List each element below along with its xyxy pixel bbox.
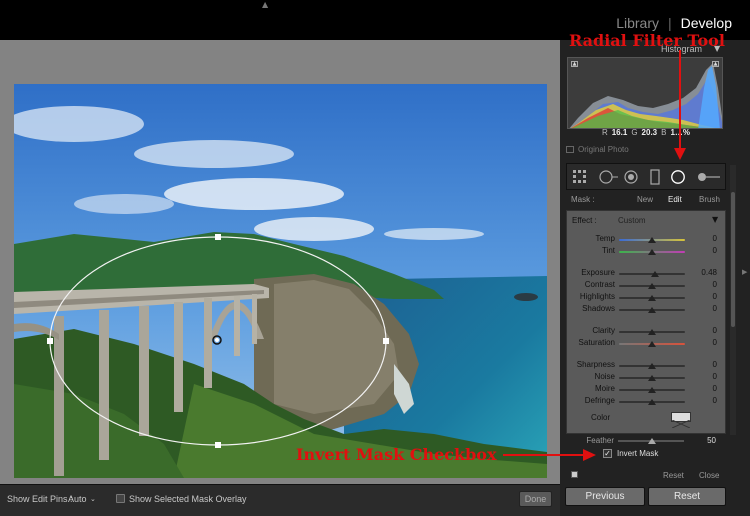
color-label: Color	[591, 413, 611, 422]
invert-mask-label: Invert Mask	[617, 449, 659, 458]
slider-value[interactable]: 0	[691, 360, 717, 369]
color-swatch[interactable]	[671, 412, 691, 429]
module-picker: Library | Develop	[616, 15, 732, 31]
slider-value[interactable]: 0	[691, 246, 717, 255]
graduated-filter-icon[interactable]	[649, 169, 661, 185]
feather-label: Feather	[586, 436, 614, 445]
readout-g-label: G	[631, 128, 638, 137]
right-panel-toggle-icon[interactable]: ▶	[742, 268, 747, 276]
slider-label: Temp	[595, 234, 615, 243]
invert-mask-row[interactable]: ✓ Invert Mask	[603, 449, 658, 458]
original-photo-toggle[interactable]: Original Photo	[566, 145, 629, 154]
slider-value[interactable]: 0	[691, 326, 717, 335]
panel-close-button[interactable]: Close	[699, 471, 719, 480]
done-button[interactable]: Done	[519, 491, 552, 507]
slider-thumb[interactable]	[648, 387, 656, 393]
histogram-readout: R 16.1 G 20.3 B 1…%	[566, 128, 726, 137]
image-work-area	[0, 40, 560, 484]
slider-thumb[interactable]	[648, 307, 656, 313]
slider-label: Moire	[594, 384, 615, 393]
effect-label: Effect :	[572, 216, 597, 225]
mask-row: Mask : New Edit Brush	[566, 192, 726, 208]
slider-value[interactable]: 0	[691, 292, 717, 301]
slider-thumb[interactable]	[648, 249, 656, 255]
slider-value[interactable]: 0	[691, 384, 717, 393]
slider-label: Sharpness	[576, 360, 615, 369]
module-develop[interactable]: Develop	[681, 15, 732, 31]
crop-overlay-icon[interactable]	[572, 169, 588, 185]
slider-value[interactable]: 0	[691, 280, 717, 289]
adjustment-panel: Effect : Custom ▼ Temp 0 Tint 0 Exposure 0.48…	[566, 210, 726, 434]
feather-slider-thumb[interactable]	[648, 438, 656, 444]
show-edit-pins-label: Show Edit Pins :	[7, 494, 73, 504]
effect-preset-dropdown[interactable]: Custom	[618, 216, 646, 225]
histogram: ▲ ▲	[567, 57, 723, 129]
photo-preview[interactable]	[14, 84, 547, 478]
slider-label: Contrast	[584, 280, 615, 289]
readout-r-label: R	[601, 128, 608, 137]
spot-removal-icon[interactable]	[598, 169, 618, 185]
slider-label: Exposure	[581, 268, 615, 277]
slider-thumb[interactable]	[648, 375, 656, 381]
shadow-clipping-icon[interactable]: ▲	[571, 61, 578, 67]
readout-r-value: 16.1	[611, 128, 628, 137]
reset-button[interactable]: Reset	[648, 487, 726, 506]
readout-b-label: B	[661, 128, 667, 137]
slider-label: Shadows	[582, 304, 615, 313]
red-eye-icon[interactable]	[623, 169, 639, 185]
slider-value[interactable]: 0.48	[691, 268, 717, 277]
slider-value[interactable]: 0	[691, 396, 717, 405]
on-off-switch[interactable]	[571, 471, 578, 478]
slider-value[interactable]: 0	[691, 234, 717, 243]
chevron-down-icon[interactable]: ⌄	[90, 495, 96, 503]
radial-filter-icon[interactable]	[669, 169, 687, 185]
feather-value[interactable]: 50	[690, 436, 716, 445]
slider-value[interactable]: 0	[691, 338, 717, 347]
show-mask-overlay-checkbox[interactable]	[116, 494, 125, 503]
mask-edit-button[interactable]: Edit	[668, 195, 682, 204]
slider-value[interactable]: 0	[691, 304, 717, 313]
original-photo-icon	[566, 146, 574, 153]
panel-scrollbar-thumb[interactable]	[731, 192, 735, 327]
slider-thumb[interactable]	[648, 341, 656, 347]
slider-label: Clarity	[592, 326, 615, 335]
slider-thumb[interactable]	[648, 283, 656, 289]
adjustment-brush-icon[interactable]	[694, 169, 722, 185]
panel-reset-button[interactable]: Reset	[663, 471, 684, 480]
invert-mask-annotation: Invert Mask Checkbox	[296, 445, 497, 464]
slider-thumb[interactable]	[651, 271, 660, 277]
slider-thumb[interactable]	[648, 295, 656, 301]
highlight-clipping-icon[interactable]: ▲	[712, 61, 719, 67]
original-photo-label: Original Photo	[578, 145, 629, 154]
slider-thumb[interactable]	[648, 399, 656, 405]
tool-strip	[566, 163, 726, 190]
slider-thumb[interactable]	[648, 363, 656, 369]
effect-panel-toggle-icon[interactable]: ▼	[712, 215, 718, 224]
slider-label: Tint	[601, 246, 615, 255]
radial-filter-annotation: Radial Filter Tool	[569, 31, 725, 50]
invert-mask-checkbox[interactable]: ✓	[603, 449, 612, 458]
readout-b-value: 1…%	[670, 128, 691, 137]
show-edit-pins-dropdown[interactable]: Auto	[68, 494, 87, 504]
slider-thumb[interactable]	[648, 237, 656, 243]
slider-label: Noise	[594, 372, 615, 381]
slider-thumb[interactable]	[648, 329, 656, 335]
previous-button[interactable]: Previous	[565, 487, 645, 506]
show-mask-overlay-label: Show Selected Mask Overlay	[129, 494, 247, 504]
slider-label: Defringe	[584, 396, 615, 405]
module-separator: |	[667, 15, 672, 31]
bottom-toolbar: Show Edit Pins : Auto ⌄ Show Selected Ma…	[0, 484, 560, 516]
slider-value[interactable]: 0	[691, 372, 717, 381]
slider-label: Saturation	[578, 338, 615, 347]
slider-label: Highlights	[579, 292, 615, 301]
module-library[interactable]: Library	[616, 15, 659, 31]
mask-label: Mask :	[571, 195, 595, 204]
top-panel-toggle-icon[interactable]: ▲	[262, 1, 268, 9]
readout-g-value: 20.3	[641, 128, 658, 137]
mask-new-button[interactable]: New	[637, 195, 653, 204]
mask-brush-button[interactable]: Brush	[699, 195, 720, 204]
